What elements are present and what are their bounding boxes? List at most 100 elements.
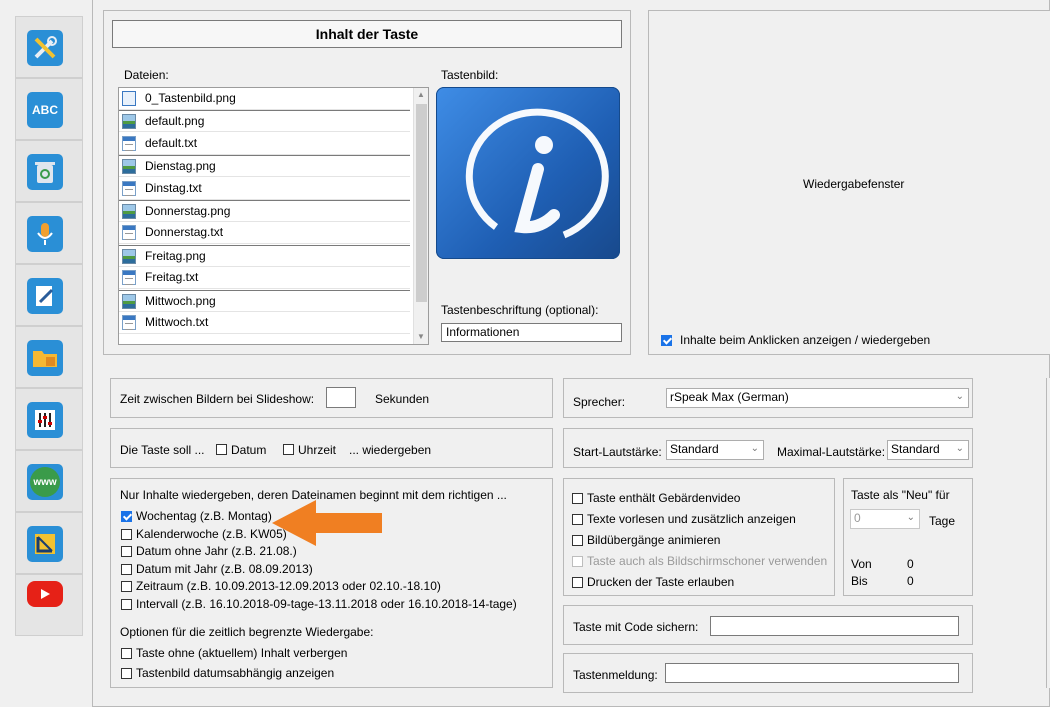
file-list-item[interactable]: Freitag.png xyxy=(119,244,410,267)
mixer-icon xyxy=(27,402,63,438)
file-list-item[interactable]: Mittwoch.txt xyxy=(119,312,410,334)
slideshow-seconds-input[interactable] xyxy=(326,387,356,408)
button-image-preview[interactable] xyxy=(436,87,620,259)
record-button[interactable] xyxy=(15,202,83,264)
feature-option-label: Taste auch als Bildschirmschoner verwend… xyxy=(587,554,828,568)
youtube-button[interactable] xyxy=(15,574,83,636)
image-file-icon xyxy=(122,159,136,175)
file-list[interactable]: 0_Tastenbild.png default.png default.txt Di… xyxy=(118,87,429,345)
file-name: Mittwoch.png xyxy=(145,293,216,308)
file-list-item[interactable]: Mittwoch.png xyxy=(119,289,410,312)
scroll-down-icon[interactable]: ▼ xyxy=(417,332,425,341)
filter-option-checkbox[interactable] xyxy=(121,599,132,610)
to-label: Bis xyxy=(851,574,868,588)
content-title: Inhalt der Taste xyxy=(112,20,622,48)
show-on-click-checkbox[interactable] xyxy=(661,335,672,346)
file-list-item[interactable]: 0_Tastenbild.png xyxy=(119,88,410,110)
recycle-button[interactable] xyxy=(15,140,83,202)
time-checkbox[interactable] xyxy=(283,444,294,455)
text-file-icon xyxy=(122,225,136,241)
play-options-group: Die Taste soll ... Datum Uhrzeit ... wie… xyxy=(110,428,553,468)
tools-icon xyxy=(27,30,63,66)
mixer-button[interactable] xyxy=(15,388,83,450)
from-value: 0 xyxy=(907,557,914,571)
date-checkbox[interactable] xyxy=(216,444,227,455)
new-days-select[interactable]: 0 ⌄ xyxy=(850,509,920,529)
feature-option-label: Drucken der Taste erlauben xyxy=(587,575,735,589)
start-volume-value: Standard xyxy=(670,442,719,456)
scroll-thumb[interactable] xyxy=(416,104,427,302)
folder-icon xyxy=(27,340,63,376)
code-label: Taste mit Code sichern: xyxy=(573,620,699,634)
text-file-icon xyxy=(122,315,136,330)
filter-option-checkbox[interactable] xyxy=(121,563,132,575)
time-option-checkbox[interactable] xyxy=(121,648,132,659)
speaker-group: Sprecher: rSpeak Max (German) ⌄ xyxy=(563,378,973,418)
slideshow-group: Zeit zwischen Bildern bei Slideshow: Sek… xyxy=(110,378,553,418)
pointer-arrow-icon xyxy=(272,500,382,546)
start-volume-select[interactable]: Standard ⌄ xyxy=(666,440,764,460)
www-button[interactable]: www xyxy=(15,450,83,512)
feature-option-label: Taste enthält Gebärdenvideo xyxy=(587,491,741,505)
chevron-down-icon: ⌄ xyxy=(955,391,964,402)
new-days-unit: Tage xyxy=(929,514,956,528)
folder-button[interactable] xyxy=(15,326,83,388)
file-list-item[interactable]: Freitag.txt xyxy=(119,267,410,290)
file-name: Mittwoch.txt xyxy=(145,315,209,329)
max-volume-value: Standard xyxy=(891,442,940,456)
text-file-icon xyxy=(122,180,136,196)
chevron-down-icon: ⌄ xyxy=(750,443,759,454)
microphone-icon xyxy=(27,216,63,252)
file-name: Dinstag.txt xyxy=(145,180,202,195)
speaker-value: rSpeak Max (German) xyxy=(670,390,789,404)
image-file-icon xyxy=(122,91,136,106)
youtube-icon xyxy=(27,581,63,607)
filter-option-checkbox[interactable] xyxy=(121,528,132,540)
feature-option-checkbox[interactable] xyxy=(572,535,583,546)
filter-option-checkbox[interactable] xyxy=(121,511,132,522)
files-label: Dateien: xyxy=(124,68,169,82)
text-file-icon xyxy=(122,135,136,151)
caption-input[interactable]: Informationen xyxy=(441,323,622,342)
edit-button[interactable] xyxy=(15,264,83,326)
time-option-checkbox[interactable] xyxy=(121,668,132,679)
recycle-icon xyxy=(27,154,63,190)
feature-option-checkbox[interactable] xyxy=(572,493,583,504)
file-list-item[interactable]: Donnerstag.png xyxy=(119,200,410,222)
time-options-label: Optionen für die zeitlich begrenzte Wied… xyxy=(120,625,374,639)
feature-option-checkbox[interactable] xyxy=(572,514,583,525)
slideshow-label: Zeit zwischen Bildern bei Slideshow: xyxy=(120,392,315,406)
max-volume-select[interactable]: Standard ⌄ xyxy=(887,440,969,460)
file-name: default.txt xyxy=(145,135,198,150)
message-label: Tastenmeldung: xyxy=(573,668,658,682)
new-badge-group: Taste als "Neu" für 0 ⌄ Tage Von 0 Bis 0 xyxy=(843,478,973,596)
feature-option-checkbox[interactable] xyxy=(572,577,583,588)
file-list-item[interactable]: Dienstag.png xyxy=(119,155,410,178)
file-list-item[interactable]: Donnerstag.txt xyxy=(119,222,410,245)
code-input[interactable] xyxy=(710,616,959,636)
chevron-down-icon: ⌄ xyxy=(906,512,915,523)
message-input[interactable] xyxy=(665,663,959,683)
play-options-prefix: Die Taste soll ... xyxy=(120,443,205,457)
feature-option-label: Bildübergänge animieren xyxy=(587,533,721,547)
show-on-click-label: Inhalte beim Anklicken anzeigen / wieder… xyxy=(680,333,931,347)
file-list-item[interactable]: default.txt xyxy=(119,133,410,155)
filter-option-label: Kalenderwoche (z.B. KW05) xyxy=(136,526,287,541)
scroll-up-icon[interactable]: ▲ xyxy=(417,90,425,99)
file-name: Donnerstag.png xyxy=(145,204,231,218)
file-list-item[interactable]: Dinstag.txt xyxy=(119,178,410,200)
filter-option-checkbox[interactable] xyxy=(121,581,132,593)
feature-option-checkbox[interactable] xyxy=(572,556,583,567)
filter-option-label: Wochentag (z.B. Montag) xyxy=(136,509,272,523)
slideshow-unit: Sekunden xyxy=(375,392,430,406)
ruler-icon xyxy=(27,526,63,562)
spelling-button[interactable]: ABC xyxy=(15,78,83,140)
edit-icon xyxy=(27,278,63,314)
ruler-button[interactable] xyxy=(15,512,83,574)
speaker-select[interactable]: rSpeak Max (German) ⌄ xyxy=(666,388,969,408)
filter-option-checkbox[interactable] xyxy=(121,546,132,558)
file-list-scrollbar[interactable]: ▲ ▼ xyxy=(413,88,428,344)
file-list-item[interactable]: default.png xyxy=(119,110,410,133)
chevron-down-icon: ⌄ xyxy=(955,443,964,454)
tools-button[interactable] xyxy=(15,16,83,78)
